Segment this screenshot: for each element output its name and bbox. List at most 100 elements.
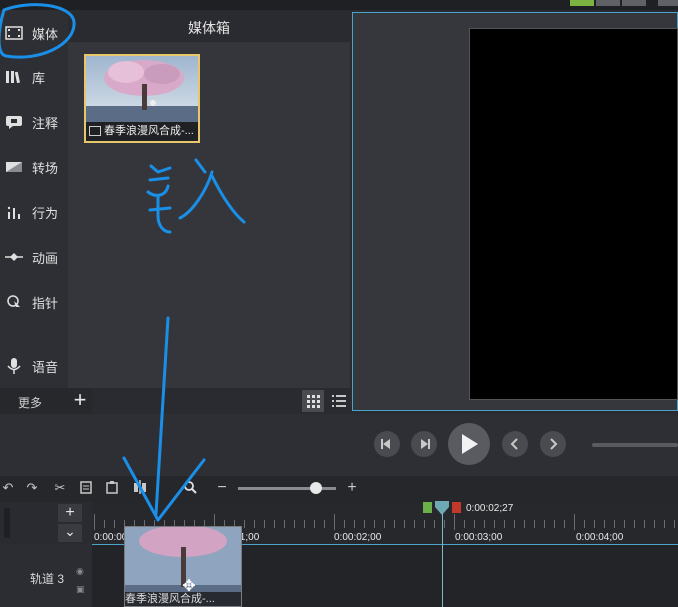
previous-frame-button[interactable] bbox=[374, 431, 400, 457]
cut-button[interactable]: ✂ bbox=[52, 480, 68, 496]
ruler-tick bbox=[524, 520, 525, 528]
media-bin-title: 媒体箱 bbox=[188, 20, 230, 36]
thumbnail-caption-text: 春季浪漫风合成-... bbox=[104, 125, 194, 137]
sidebar-item-voice[interactable]: 语音 bbox=[0, 349, 68, 383]
tools-sidebar: 媒体 库 注释 转场 行为 动画 指针 语音 bbox=[0, 10, 68, 388]
ruler-tick bbox=[564, 520, 565, 528]
media-thumbnail[interactable]: 春季浪漫风合成-... bbox=[84, 54, 200, 143]
ruler-tick bbox=[574, 514, 575, 530]
ruler-tick bbox=[334, 514, 335, 530]
next-marker-button[interactable] bbox=[540, 431, 566, 457]
ruler-tick bbox=[474, 520, 475, 528]
sidebar-item-cursor[interactable]: 指针 bbox=[0, 285, 68, 319]
thumbnail-image bbox=[86, 56, 198, 122]
ruler-tick bbox=[674, 520, 675, 528]
paste-icon bbox=[106, 481, 118, 494]
track-height-slider[interactable] bbox=[4, 508, 10, 538]
undo-icon: ↶ bbox=[2, 480, 14, 495]
split-icon bbox=[134, 480, 146, 494]
ruler-tick bbox=[624, 520, 625, 528]
play-button[interactable] bbox=[448, 423, 490, 465]
ruler-tick bbox=[554, 520, 555, 528]
sidebar-item-callouts[interactable]: 注释 bbox=[0, 105, 68, 139]
timeline-toolbar bbox=[0, 476, 678, 502]
ruler-tick bbox=[644, 520, 645, 528]
playhead-line bbox=[442, 512, 443, 607]
zoom-icon-button[interactable] bbox=[182, 480, 198, 496]
sidebar-item-library[interactable]: 库 bbox=[0, 60, 68, 94]
magnifier-icon bbox=[184, 481, 197, 494]
sidebar-item-transitions[interactable]: 转场 bbox=[0, 150, 68, 184]
redo-button[interactable]: ↷ bbox=[24, 480, 40, 496]
ruler-tick bbox=[324, 520, 325, 528]
add-track-button[interactable]: + bbox=[58, 504, 82, 522]
video-canvas[interactable] bbox=[469, 28, 678, 400]
copy-icon bbox=[80, 481, 92, 494]
collapse-tracks-button[interactable]: ⌄ bbox=[58, 524, 82, 542]
split-button[interactable] bbox=[132, 480, 148, 496]
sidebar-item-label: 媒体 bbox=[32, 26, 59, 42]
sidebar-item-label: 指针 bbox=[32, 295, 59, 311]
ruler-tick bbox=[244, 520, 245, 528]
playhead-handle[interactable] bbox=[433, 501, 451, 515]
top-tab-2[interactable] bbox=[596, 0, 620, 6]
ruler-tick bbox=[274, 520, 275, 528]
playback-scrubber[interactable] bbox=[592, 443, 678, 447]
ruler-tick bbox=[254, 520, 255, 528]
sidebar-item-animations[interactable]: 动画 bbox=[0, 240, 68, 274]
eye-icon[interactable]: ◉ bbox=[76, 566, 84, 577]
next-marker-icon bbox=[550, 438, 558, 450]
window-top-strip bbox=[0, 0, 678, 10]
ruler-tick bbox=[594, 520, 595, 528]
top-tab-4[interactable] bbox=[658, 0, 678, 6]
ruler-tick bbox=[534, 520, 535, 528]
ruler-tick bbox=[344, 520, 345, 528]
ruler-tick bbox=[604, 520, 605, 528]
ruler-tick bbox=[404, 520, 405, 528]
thumbnail-caption: 春季浪漫风合成-... bbox=[86, 122, 198, 141]
ruler-tick bbox=[314, 520, 315, 528]
behavior-icon bbox=[4, 204, 24, 220]
zoom-out-button[interactable]: − bbox=[214, 480, 230, 496]
copy-button[interactable] bbox=[78, 480, 94, 496]
playback-bar bbox=[0, 414, 678, 476]
move-cursor-icon: ✥ bbox=[182, 578, 196, 595]
ruler-tick bbox=[284, 520, 285, 528]
add-tool-button[interactable]: + bbox=[68, 388, 92, 414]
play-icon bbox=[462, 434, 478, 454]
top-tab-1[interactable] bbox=[570, 0, 594, 6]
previous-marker-icon bbox=[510, 438, 518, 450]
zoom-slider-knob[interactable] bbox=[310, 482, 322, 494]
ruler-label: 0:00:02;00 bbox=[334, 532, 382, 543]
list-view-button[interactable] bbox=[328, 390, 350, 412]
selection-start-handle[interactable] bbox=[423, 502, 432, 513]
film-icon bbox=[89, 126, 101, 137]
ruler-tick bbox=[414, 520, 415, 528]
paste-button[interactable] bbox=[104, 480, 120, 496]
grid-view-icon bbox=[307, 395, 320, 408]
ruler-tick bbox=[434, 520, 435, 528]
undo-button[interactable]: ↶ bbox=[0, 480, 16, 496]
sidebar-item-label: 动画 bbox=[32, 250, 59, 266]
ruler-tick bbox=[634, 520, 635, 528]
sidebar-item-label: 转场 bbox=[32, 160, 59, 176]
lock-icon[interactable]: ▣ bbox=[76, 584, 85, 595]
ruler-tick bbox=[494, 520, 495, 528]
top-tab-3[interactable] bbox=[622, 0, 646, 6]
ruler-tick bbox=[454, 514, 455, 530]
next-frame-button[interactable] bbox=[411, 431, 437, 457]
track-name: 轨道 3 bbox=[30, 572, 65, 586]
previous-marker-button[interactable] bbox=[502, 431, 528, 457]
playhead-time: 0:00:02;27 bbox=[466, 503, 514, 514]
sidebar-item-label: 语音 bbox=[32, 359, 59, 375]
grid-view-button[interactable] bbox=[302, 390, 324, 412]
ruler-tick bbox=[424, 520, 425, 528]
track-3-header[interactable]: 轨道 3 ◉ ▣ bbox=[0, 544, 92, 607]
ruler-label: 0:00:03;00 bbox=[455, 532, 503, 543]
ruler-tick bbox=[104, 520, 105, 528]
selection-end-handle[interactable] bbox=[452, 502, 461, 513]
scissors-icon: ✂ bbox=[54, 480, 66, 495]
zoom-in-button[interactable]: + bbox=[344, 480, 360, 496]
sidebar-item-media[interactable]: 媒体 bbox=[0, 16, 68, 50]
sidebar-item-behaviors[interactable]: 行为 bbox=[0, 195, 68, 229]
